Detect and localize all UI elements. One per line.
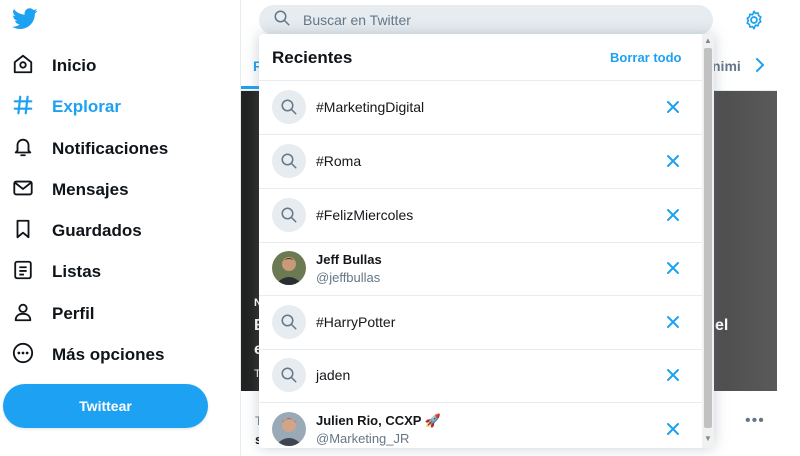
scrollbar-thumb[interactable]	[704, 48, 712, 428]
recent-search-item[interactable]: #MarketingDigital	[259, 81, 702, 135]
more-circle-icon	[12, 342, 34, 369]
hashtag-icon	[12, 94, 34, 121]
avatar	[272, 412, 306, 446]
close-icon[interactable]	[665, 421, 681, 437]
recent-search-item[interactable]: #HarryPotter	[259, 296, 702, 350]
sidebar-item-label: Explorar	[52, 97, 121, 116]
chevron-right-icon[interactable]	[752, 57, 768, 73]
dropdown-header: Recientes Borrar todo	[259, 34, 702, 81]
sidebar-item-inicio[interactable]: Inicio	[12, 47, 96, 85]
sidebar-item-label: Más opciones	[52, 345, 165, 364]
sidebar-item-notificaciones[interactable]: Notificaciones	[12, 130, 168, 168]
search-input[interactable]: Buscar en Twitter	[259, 5, 713, 35]
search-icon	[272, 90, 306, 124]
sidebar-item-label: Listas	[52, 262, 102, 281]
close-icon[interactable]	[665, 99, 681, 115]
recent-user-item[interactable]: Jeff Bullas @jeffbullas	[259, 242, 702, 296]
recent-search-text: #Roma	[316, 153, 362, 169]
home-icon	[12, 53, 34, 80]
close-icon[interactable]	[665, 207, 681, 223]
recent-search-item[interactable]: jaden	[259, 349, 702, 403]
close-icon[interactable]	[665, 367, 681, 383]
clear-all-button[interactable]: Borrar todo	[610, 50, 682, 65]
sidebar-item-label: Perfil	[52, 304, 95, 323]
hero-text-fragment: el	[715, 317, 729, 334]
search-icon	[259, 9, 291, 32]
sidebar-item-explorar[interactable]: Explorar	[12, 88, 121, 126]
envelope-icon	[12, 177, 34, 204]
user-name: Jeff Bullas	[316, 252, 382, 267]
scroll-down-icon[interactable]: ▼	[704, 434, 712, 443]
user-name: Julien Rio, CCXP 🚀	[316, 413, 442, 428]
sidebar-item-perfil[interactable]: Perfil	[12, 295, 95, 333]
sidebar-item-label: Inicio	[52, 56, 97, 75]
twitter-logo-icon[interactable]	[12, 8, 38, 32]
more-options-icon[interactable]: •••	[745, 412, 765, 430]
user-handle: @Marketing_JR	[316, 431, 410, 446]
sidebar-item-label: Guardados	[52, 221, 142, 240]
search-icon	[272, 358, 306, 392]
tweet-button[interactable]: Twittear	[3, 384, 208, 428]
settings-gear-icon[interactable]	[743, 9, 765, 31]
close-icon[interactable]	[665, 260, 681, 276]
tab-partial[interactable]: nimi	[712, 58, 741, 74]
recent-user-item[interactable]: Julien Rio, CCXP 🚀 @Marketing_JR	[259, 403, 702, 448]
list-icon	[12, 259, 34, 286]
recent-search-text: #MarketingDigital	[316, 99, 425, 115]
person-icon	[12, 301, 34, 328]
avatar	[272, 251, 306, 285]
user-handle: @jeffbullas	[316, 270, 381, 285]
tab-active-indicator	[241, 86, 259, 89]
dropdown-title: Recientes	[272, 48, 353, 67]
sidebar-item-mas-opciones[interactable]: Más opciones	[12, 336, 164, 374]
sidebar-item-label: Mensajes	[52, 180, 129, 199]
recent-search-item[interactable]: #Roma	[259, 135, 702, 189]
close-icon[interactable]	[665, 153, 681, 169]
sidebar-item-guardados[interactable]: Guardados	[12, 212, 142, 250]
scroll-up-icon[interactable]: ▲	[704, 36, 712, 45]
bookmark-icon	[12, 218, 34, 245]
bell-icon	[12, 136, 34, 163]
sidebar-item-label: Notificaciones	[52, 139, 169, 158]
recent-search-text: #FelizMiercoles	[316, 207, 414, 223]
search-icon	[272, 198, 306, 232]
recent-search-text: #HarryPotter	[316, 314, 396, 330]
recent-search-text: jaden	[316, 367, 351, 383]
close-icon[interactable]	[665, 314, 681, 330]
search-icon	[272, 305, 306, 339]
search-placeholder: Buscar en Twitter	[303, 12, 411, 28]
search-icon	[272, 144, 306, 178]
sidebar-item-mensajes[interactable]: Mensajes	[12, 171, 129, 209]
sidebar-item-listas[interactable]: Listas	[12, 253, 101, 291]
recent-search-item[interactable]: #FelizMiercoles	[259, 189, 702, 243]
recent-searches-dropdown: Recientes Borrar todo #MarketingDigital …	[259, 34, 714, 448]
